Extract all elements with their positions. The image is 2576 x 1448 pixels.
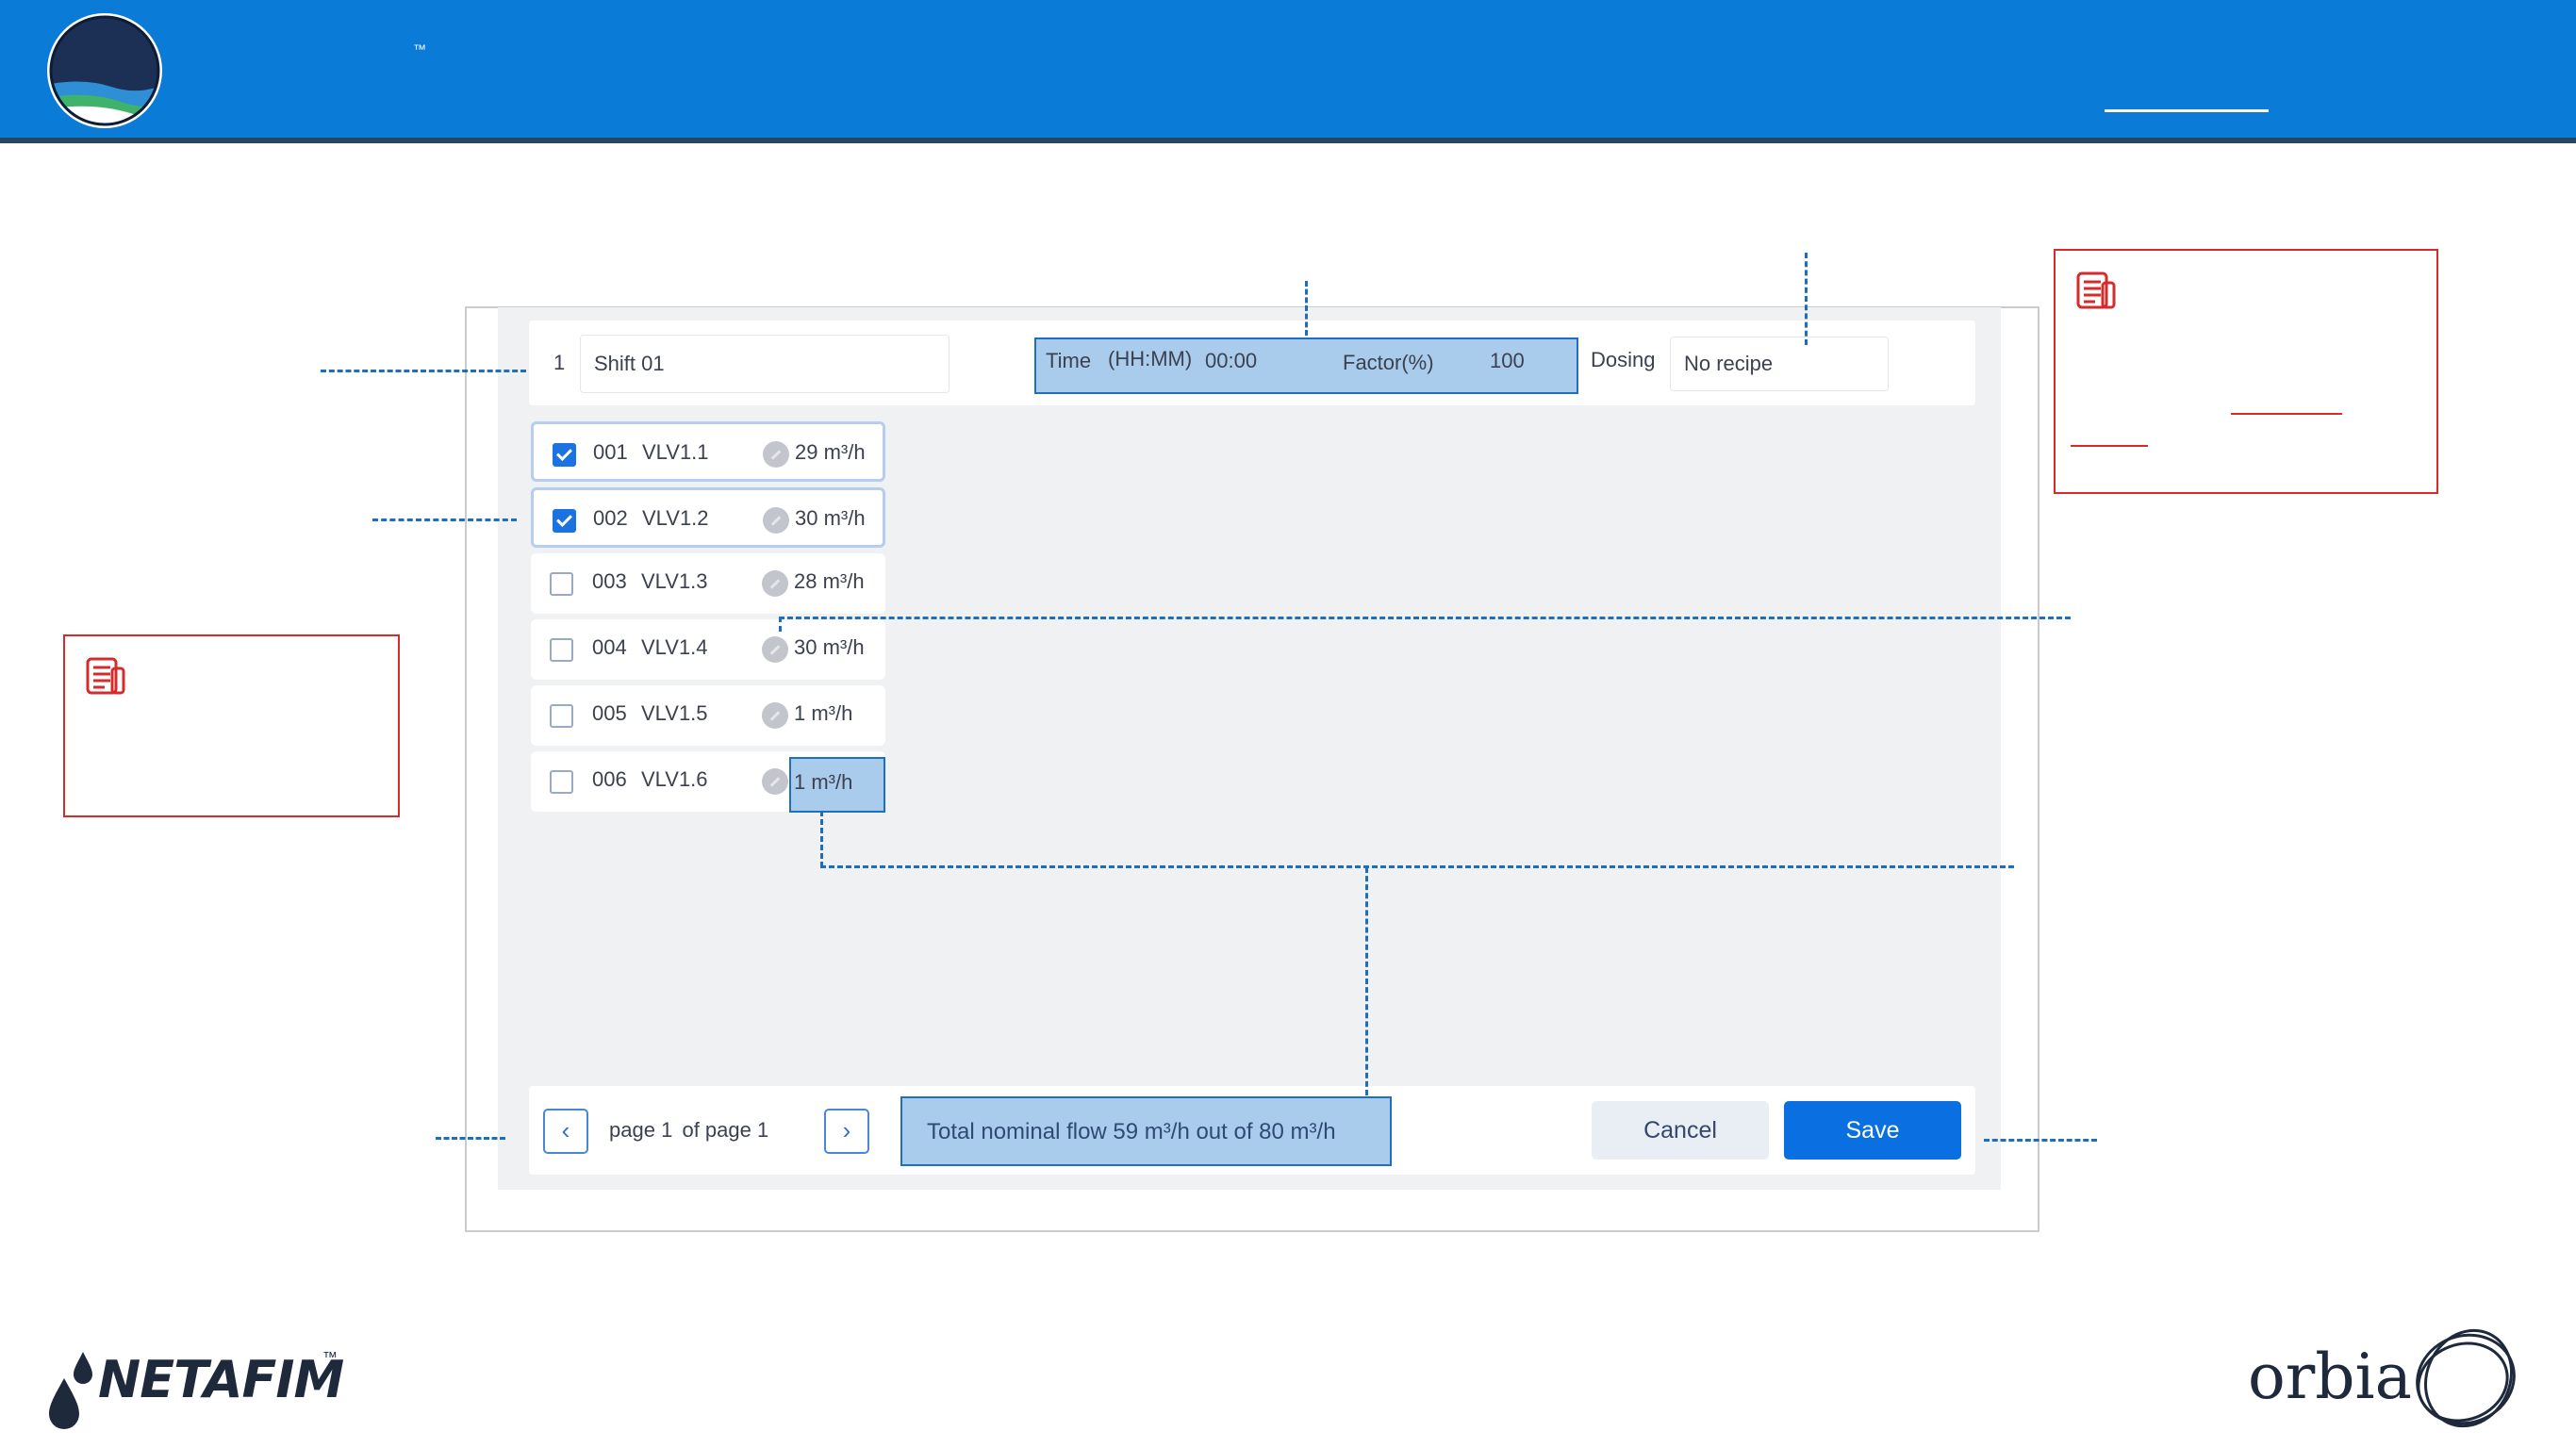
valve-id: 002 [593, 506, 628, 530]
callout-line [820, 811, 823, 867]
netafim-drop-icon [45, 1350, 96, 1431]
page-of-label: of page [682, 1118, 751, 1142]
valve-id: 004 [592, 635, 627, 659]
flow-gauge-icon [762, 702, 788, 729]
shift-name-value: Shift 01 [594, 352, 665, 375]
dosing-label: Dosing [1591, 348, 1656, 371]
valve-name: VLV1.6 [641, 767, 708, 791]
total-pages: 1 [756, 1118, 769, 1142]
valve-flow: 29 m³/h [795, 440, 866, 464]
valve-item[interactable]: 005 VLV1.5 1 m³/h [531, 685, 885, 746]
app-logo [45, 11, 164, 130]
valve-id: 006 [592, 767, 627, 791]
valve-flow-highlight: 1 m³/h [789, 757, 885, 813]
orbia-logo: orbia [2248, 1341, 2412, 1413]
callout-line [436, 1137, 505, 1140]
page-word: page [609, 1118, 655, 1142]
valve-name: VLV1.5 [641, 701, 708, 725]
orbia-rings-icon [2410, 1324, 2521, 1435]
flow-gauge-icon [763, 507, 789, 534]
total-flow-summary: Total nominal flow 59 m³/h out of 80 m³/… [900, 1096, 1392, 1166]
pagination-text: page 1 of page 1 [609, 1118, 768, 1143]
factor-input[interactable]: 100 [1490, 349, 1525, 373]
flow-gauge-icon [762, 768, 788, 795]
next-page-button[interactable]: › [824, 1109, 869, 1154]
valve-name: VLV1.3 [641, 569, 708, 593]
valve-id: 003 [592, 569, 627, 593]
factor-label: Factor(%) [1343, 351, 1434, 374]
callout-line [779, 617, 782, 632]
dosing-select[interactable]: No recipe [1670, 337, 1889, 391]
flow-gauge-icon [762, 636, 788, 663]
document-icon [86, 657, 125, 695]
note-box-left [63, 634, 400, 817]
trademark-mark: ™ [413, 41, 426, 57]
valve-checkbox[interactable] [550, 572, 573, 596]
current-page: 1 [661, 1118, 673, 1142]
header-link-underline[interactable] [2105, 109, 2269, 112]
flow-gauge-icon [763, 441, 789, 468]
flow-gauge-icon [762, 570, 788, 597]
valve-item[interactable]: 003 VLV1.3 28 m³/h [531, 553, 885, 614]
valve-checkbox[interactable] [553, 443, 576, 467]
valve-checkbox[interactable] [550, 638, 573, 662]
valve-name: VLV1.2 [642, 506, 709, 530]
valve-flow: 28 m³/h [794, 569, 865, 593]
header-bottom-edge [0, 138, 2576, 143]
document-icon [2076, 272, 2116, 309]
valve-checkbox[interactable] [553, 509, 576, 533]
note-link-underline[interactable] [2231, 413, 2342, 415]
cancel-button[interactable]: Cancel [1592, 1101, 1769, 1160]
time-label: Time [1046, 349, 1092, 372]
valve-checkbox[interactable] [550, 770, 573, 794]
save-button[interactable]: Save [1784, 1101, 1961, 1160]
time-input[interactable]: 00:00 [1205, 349, 1257, 373]
callout-line [1305, 281, 1308, 336]
callout-line [1365, 867, 1368, 1095]
valve-name: VLV1.4 [641, 635, 708, 659]
callout-line [321, 370, 526, 372]
valve-checkbox[interactable] [550, 704, 573, 728]
valve-flow: 1 m³/h [794, 770, 853, 794]
callout-line [1984, 1139, 2097, 1142]
callout-line [1805, 253, 1808, 345]
note-link-underline[interactable] [2071, 445, 2148, 447]
valve-item[interactable]: 002 VLV1.2 30 m³/h [531, 487, 885, 548]
time-format-label: (HH:MM) [1108, 347, 1193, 370]
valve-id: 001 [593, 440, 628, 464]
note-box-right [2054, 249, 2438, 494]
top-header-bar [0, 0, 2576, 140]
prev-page-button[interactable]: ‹ [543, 1109, 588, 1154]
shift-number: 1 [553, 351, 566, 374]
valve-name: VLV1.1 [642, 440, 709, 464]
total-flow-text: Total nominal flow 59 m³/h out of 80 m³/… [927, 1119, 1336, 1144]
valve-flow: 1 m³/h [794, 701, 853, 725]
callout-line [779, 617, 2071, 619]
valve-flow: 30 m³/h [794, 635, 865, 659]
valve-flow: 30 m³/h [795, 506, 866, 530]
callout-line [372, 518, 517, 521]
valve-item[interactable]: 001 VLV1.1 29 m³/h [531, 421, 885, 482]
netafim-logo: NETAFIM [98, 1350, 344, 1409]
shift-name-input[interactable]: Shift 01 [580, 335, 949, 393]
dosing-value: No recipe [1684, 352, 1774, 375]
netafim-trademark: ™ [322, 1350, 338, 1366]
valve-id: 005 [592, 701, 627, 725]
valve-item[interactable]: 004 VLV1.4 30 m³/h [531, 619, 885, 680]
callout-line [820, 865, 2014, 868]
